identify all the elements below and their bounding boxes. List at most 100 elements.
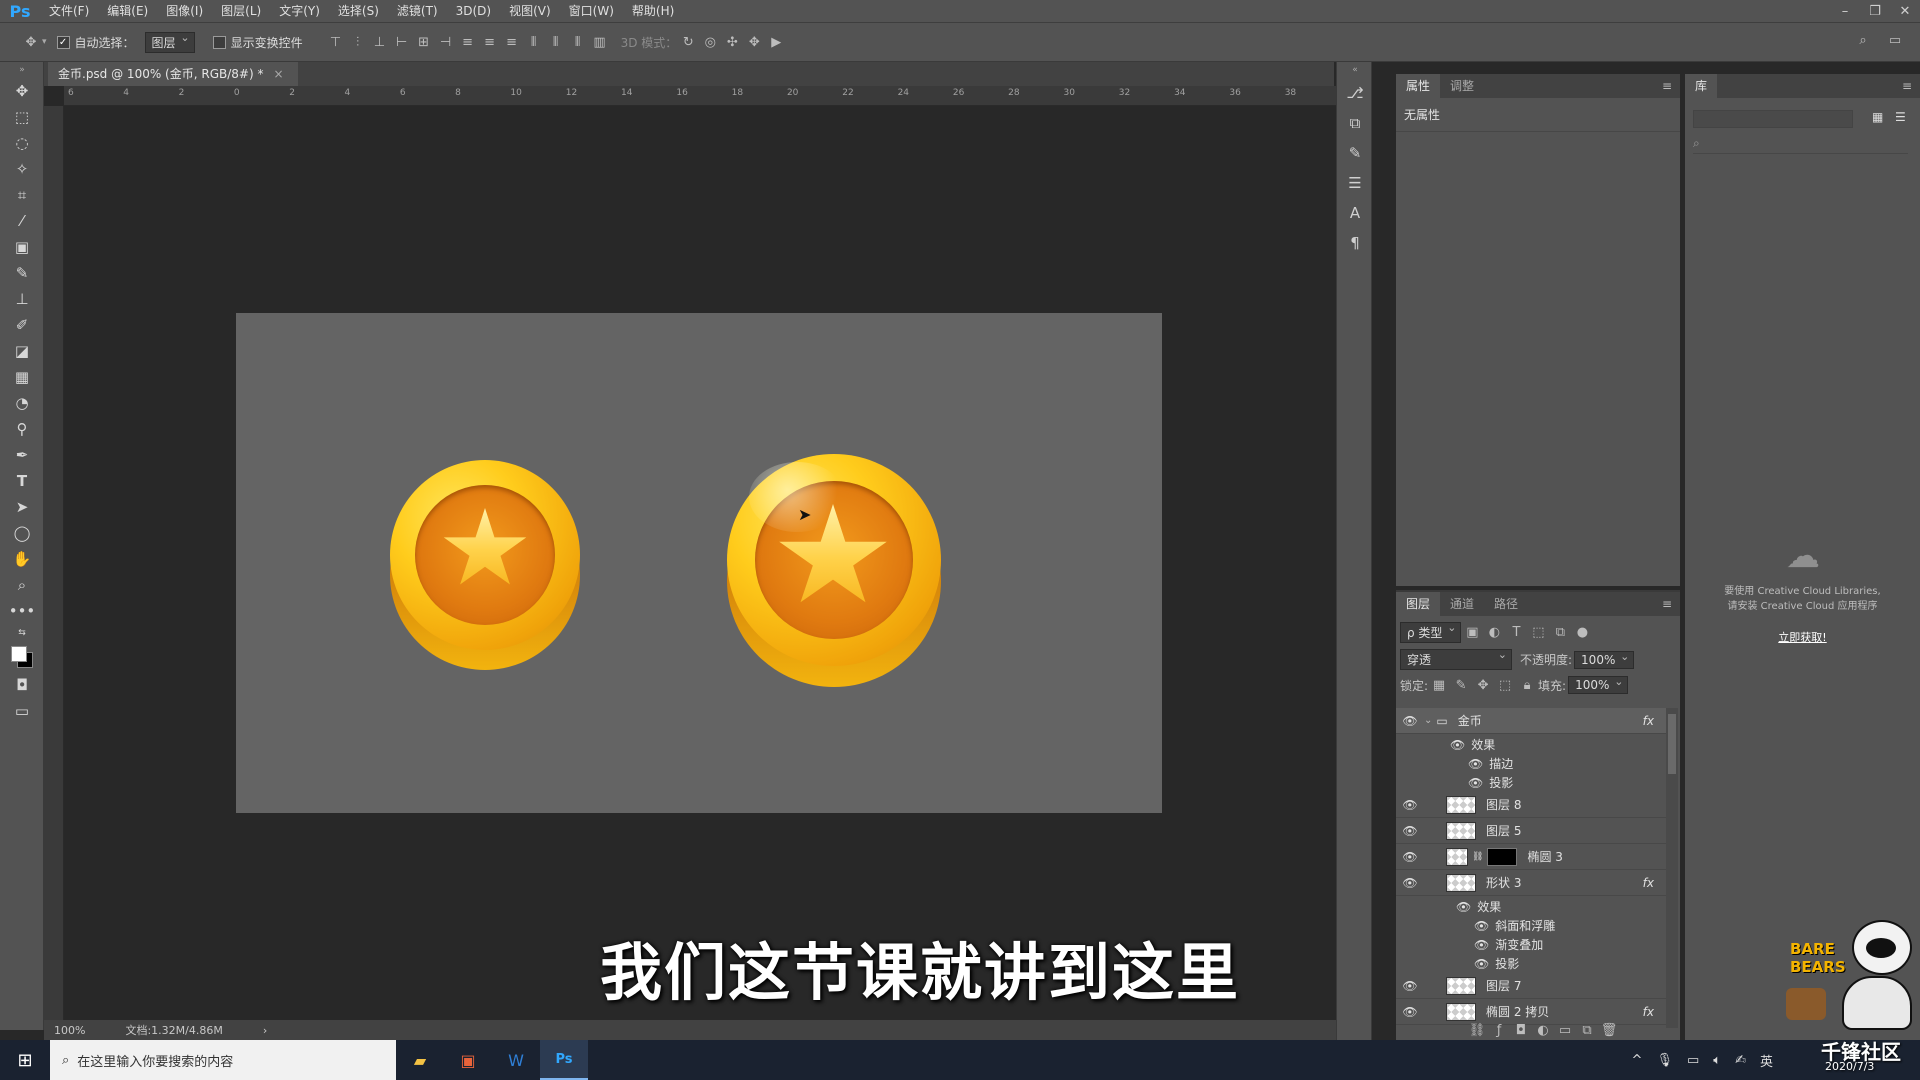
show-transform-checkbox[interactable] <box>212 35 226 49</box>
stamp-tool-icon[interactable]: ⊥ <box>0 286 44 312</box>
lock-image-icon[interactable]: ✎ <box>1450 678 1472 693</box>
more-tools-icon[interactable]: ••• <box>0 598 44 624</box>
pen-tool-icon[interactable]: ✒ <box>0 442 44 468</box>
eraser-tool-icon[interactable]: ◪ <box>0 338 44 364</box>
marquee-tool-icon[interactable]: ⬚ <box>0 104 44 130</box>
paragraph-panel-icon[interactable]: ¶ <box>1337 228 1373 258</box>
auto-select-dropdown[interactable]: 图层 <box>144 31 195 53</box>
actions-panel-icon[interactable]: ⧉ <box>1337 108 1373 138</box>
delete-layer-icon[interactable]: 🗑︎ <box>1598 1023 1620 1038</box>
filter-shape-icon[interactable]: ⬚ <box>1527 625 1549 640</box>
layers-scrollbar[interactable] <box>1666 708 1678 1028</box>
align-right-icon[interactable]: ⊣ <box>435 35 457 50</box>
roll-3d-icon[interactable]: ◎ <box>699 35 721 50</box>
add-style-icon[interactable]: ƒ <box>1488 1023 1510 1038</box>
distribute-left-icon[interactable]: ⦀ <box>523 35 545 50</box>
filter-toggle-icon[interactable]: ● <box>1571 625 1593 640</box>
align-top-icon[interactable]: ⊤ <box>325 35 347 50</box>
align-left-icon[interactable]: ⊢ <box>391 35 413 50</box>
eye-icon[interactable]: 👁︎ <box>1474 957 1489 971</box>
effect-row[interactable]: 👁︎ 描边 <box>1396 754 1666 773</box>
shape-effects-row[interactable]: 👁︎ 效果 <box>1396 897 1666 916</box>
blur-tool-icon[interactable]: ◔ <box>0 390 44 416</box>
menu-help[interactable]: 帮助(H) <box>623 0 683 22</box>
layer-row[interactable]: 👁︎ 椭圆 2 拷贝 fx <box>1396 999 1666 1025</box>
menu-window[interactable]: 窗口(W) <box>560 0 623 22</box>
link-layers-icon[interactable]: ⛓ <box>1466 1023 1488 1038</box>
windows-start-icon[interactable]: ⊞ <box>0 1040 50 1080</box>
media-app-icon[interactable]: ▣ <box>444 1040 492 1080</box>
eye-icon[interactable]: 👁︎ <box>1474 938 1489 952</box>
fx-icon[interactable]: fx <box>1643 714 1654 728</box>
eye-icon[interactable]: 👁︎ <box>1456 900 1471 914</box>
eye-icon[interactable]: 👁︎ <box>1396 714 1424 728</box>
pan-3d-icon[interactable]: ✣ <box>721 35 743 50</box>
add-mask-icon[interactable]: ◘ <box>1510 1023 1532 1038</box>
file-explorer-icon[interactable]: ▰ <box>396 1040 444 1080</box>
eye-icon[interactable]: 👁︎ <box>1396 1005 1424 1019</box>
type-tool-icon[interactable]: T <box>0 468 44 494</box>
lock-artboard-icon[interactable]: ⬚ <box>1494 678 1516 693</box>
screen-mode-icon[interactable]: ▭ <box>0 698 44 724</box>
get-cc-link[interactable]: 立即获取! <box>1685 629 1920 645</box>
gradient-tool-icon[interactable]: ▦ <box>0 364 44 390</box>
scale-3d-icon[interactable]: ▶ <box>765 35 787 50</box>
group-effects-row[interactable]: 👁︎ 效果 <box>1396 735 1666 754</box>
menu-filter[interactable]: 滤镜(T) <box>388 0 447 22</box>
lock-transparent-icon[interactable]: ▦ <box>1428 678 1450 693</box>
swap-colors-icon[interactable]: ⇆ <box>0 624 44 642</box>
effect-row[interactable]: 👁︎ 投影 <box>1396 954 1666 973</box>
filter-smart-icon[interactable]: ⧉ <box>1549 625 1571 640</box>
document-canvas[interactable]: ➤ <box>236 313 1162 813</box>
fx-icon[interactable]: fx <box>1643 1005 1654 1019</box>
eye-icon[interactable]: 👁︎ <box>1396 850 1424 864</box>
status-menu-arrow[interactable]: › <box>263 1024 267 1037</box>
chevron-down-icon[interactable]: ⌄ <box>1424 715 1432 726</box>
layer-group-row[interactable]: 👁︎ ⌄ ▭ 金币 fx <box>1396 708 1666 734</box>
layer-row[interactable]: 👁︎ 形状 3 fx <box>1396 870 1666 896</box>
volume-icon[interactable]: 🔈︎ <box>1713 1053 1721 1068</box>
new-group-icon[interactable]: ▭ <box>1554 1023 1576 1038</box>
eye-icon[interactable]: 👁︎ <box>1396 876 1424 890</box>
auto-select-checkbox[interactable]: ✓ <box>56 35 70 49</box>
tab-close-icon[interactable]: × <box>273 67 283 81</box>
layer-mask-thumbnail[interactable] <box>1487 847 1518 866</box>
fill-input[interactable]: 100% <box>1568 675 1629 694</box>
history-brush-icon[interactable]: ✐ <box>0 312 44 338</box>
word-app-icon[interactable]: W <box>492 1040 540 1080</box>
eye-icon[interactable]: 👁︎ <box>1468 757 1483 771</box>
tab-library[interactable]: 库 <box>1685 74 1718 98</box>
opacity-input[interactable]: 100% <box>1574 650 1635 669</box>
move-tool-icon[interactable]: ✥ <box>0 78 44 104</box>
eye-icon[interactable]: 👁︎ <box>1396 798 1424 812</box>
eye-icon[interactable]: 👁︎ <box>1450 738 1465 752</box>
brush-tool-icon[interactable]: ✎ <box>0 260 44 286</box>
tab-layers[interactable]: 图层 <box>1396 592 1441 616</box>
quick-mask-icon[interactable]: ◘ <box>0 672 44 698</box>
menu-file[interactable]: 文件(F) <box>40 0 98 22</box>
adjustment-layer-icon[interactable]: ◐ <box>1532 1023 1554 1038</box>
pen-icon[interactable]: ✍︎ <box>1735 1053 1746 1068</box>
lasso-tool-icon[interactable]: ◌ <box>0 130 44 156</box>
minimize-icon[interactable]: – <box>1830 0 1860 22</box>
layer-row[interactable]: 👁︎ ⛓ 椭圆 3 <box>1396 844 1666 870</box>
document-tab[interactable]: 金币.psd @ 100% (金币, RGB/8#) * × <box>48 62 298 86</box>
orbit-3d-icon[interactable]: ↻ <box>677 35 699 50</box>
library-menu-icon[interactable]: ≡ <box>1902 79 1912 93</box>
character-panel-icon[interactable]: A <box>1337 198 1373 228</box>
eye-icon[interactable]: 👁︎ <box>1468 776 1483 790</box>
eyedropper-tool-icon[interactable]: ⁄ <box>0 208 44 234</box>
layer-filter-dropdown[interactable]: ρ 类型 <box>1400 621 1462 643</box>
menu-3d[interactable]: 3D(D) <box>447 0 500 22</box>
network-icon[interactable]: ▭ <box>1687 1053 1699 1068</box>
close-window-icon[interactable]: ✕ <box>1890 0 1920 22</box>
lock-all-icon[interactable]: 🔒︎ <box>1516 678 1538 693</box>
layer-row[interactable]: 👁︎ 图层 5 <box>1396 818 1666 844</box>
vertical-ruler[interactable] <box>44 106 64 1020</box>
distribute-bottom-icon[interactable]: ≡ <box>501 35 523 50</box>
fx-icon[interactable]: fx <box>1643 876 1654 890</box>
crop-tool-icon[interactable]: ⌗ <box>0 182 44 208</box>
menu-layer[interactable]: 图层(L) <box>212 0 270 22</box>
hand-tool-icon[interactable]: ✋ <box>0 546 44 572</box>
align-bottom-icon[interactable]: ⊥ <box>369 35 391 50</box>
